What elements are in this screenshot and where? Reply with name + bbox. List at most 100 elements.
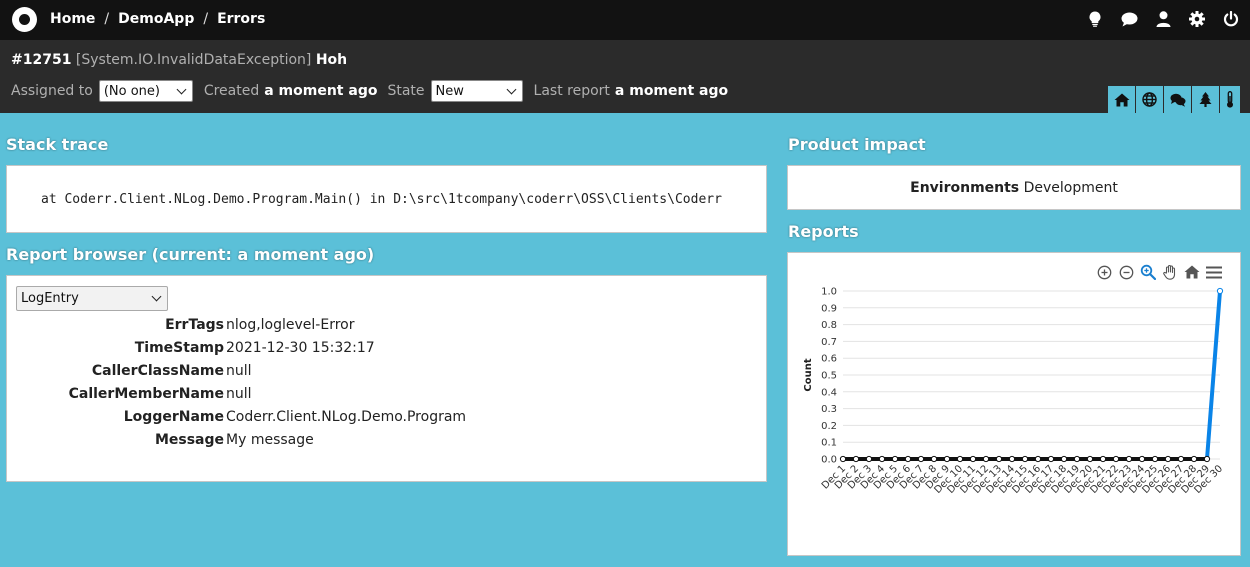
data-point[interactable] bbox=[1151, 455, 1159, 463]
breadcrumb-app[interactable]: DemoApp bbox=[118, 11, 194, 27]
data-point[interactable] bbox=[1177, 455, 1185, 463]
incident-header: #12751 [System.IO.InvalidDataException] … bbox=[0, 40, 1250, 113]
data-point[interactable] bbox=[1008, 455, 1016, 463]
product-impact-panel: Environments Development bbox=[787, 165, 1241, 210]
chevron-down-icon bbox=[506, 84, 516, 94]
incident-title-line: #12751 [System.IO.InvalidDataException] … bbox=[11, 52, 347, 68]
state-label: State bbox=[387, 83, 425, 99]
breadcrumb: Home / DemoApp / Errors bbox=[50, 11, 265, 27]
data-point[interactable] bbox=[917, 455, 925, 463]
data-point[interactable] bbox=[943, 455, 951, 463]
y-tick-label: 0.7 bbox=[821, 337, 837, 348]
state-value: New bbox=[435, 83, 464, 99]
property-key: ErrTags bbox=[165, 317, 224, 333]
globe-icon[interactable] bbox=[1136, 86, 1164, 113]
chat-icon[interactable] bbox=[1112, 8, 1146, 30]
breadcrumb-separator: / bbox=[203, 11, 209, 27]
data-point[interactable] bbox=[1060, 455, 1068, 463]
coderr-logo[interactable] bbox=[12, 7, 37, 32]
data-point[interactable] bbox=[1086, 455, 1094, 463]
assigned-to-label: Assigned to bbox=[11, 83, 93, 99]
home-icon[interactable] bbox=[1108, 86, 1136, 113]
reports-title: Reports bbox=[788, 222, 859, 241]
data-point[interactable] bbox=[930, 455, 938, 463]
data-point[interactable] bbox=[1021, 455, 1029, 463]
thermometer-icon[interactable] bbox=[1220, 86, 1240, 113]
created-label: Created bbox=[203, 83, 260, 99]
data-point[interactable] bbox=[1125, 455, 1133, 463]
data-point[interactable] bbox=[982, 455, 990, 463]
power-icon[interactable] bbox=[1214, 8, 1248, 30]
data-point[interactable] bbox=[1138, 455, 1146, 463]
data-point[interactable] bbox=[956, 455, 964, 463]
comments-icon[interactable] bbox=[1164, 86, 1192, 113]
chevron-down-icon bbox=[176, 84, 187, 94]
y-tick-label: 0.8 bbox=[821, 320, 837, 331]
y-tick-label: 0.3 bbox=[821, 404, 837, 415]
y-tick-label: 0.2 bbox=[821, 421, 837, 432]
created-value: a moment ago bbox=[264, 83, 378, 99]
property-key: LoggerName bbox=[123, 409, 224, 425]
gear-icon[interactable] bbox=[1180, 8, 1214, 30]
environment-line: Environments Development bbox=[788, 180, 1240, 196]
user-icon[interactable] bbox=[1146, 8, 1180, 30]
data-point[interactable] bbox=[1164, 455, 1172, 463]
property-value: nlog,loglevel-Error bbox=[226, 317, 355, 333]
top-navbar: Home / DemoApp / Errors bbox=[0, 0, 1250, 40]
property-value: My message bbox=[226, 432, 314, 448]
assigned-to-select[interactable]: (No one) bbox=[98, 80, 193, 102]
assigned-to-value: (No one) bbox=[103, 83, 160, 99]
incident-meta: Assigned to (No one) Created a moment ag… bbox=[11, 80, 728, 102]
report-browser-panel: LogEntry ErrTags nlog,loglevel-Error Tim… bbox=[6, 275, 767, 482]
y-axis-label: Count bbox=[803, 358, 814, 391]
exception-type: [System.IO.InvalidDataException] bbox=[75, 52, 312, 68]
state-select[interactable]: New bbox=[430, 80, 523, 102]
data-point[interactable] bbox=[878, 455, 886, 463]
data-point[interactable] bbox=[1112, 455, 1120, 463]
breadcrumb-separator: / bbox=[104, 11, 110, 27]
data-point[interactable] bbox=[1047, 455, 1055, 463]
data-point[interactable] bbox=[995, 455, 1003, 463]
incident-title: Hoh bbox=[315, 52, 348, 68]
data-point[interactable] bbox=[1073, 455, 1081, 463]
y-tick-label: 0.9 bbox=[821, 303, 837, 314]
reports-panel: 0.0 0.1 0.2 0.3 0.4 0.5 0.6 0.7 0.8 0.9 1.0 Dec 1D… bbox=[787, 252, 1241, 556]
chevron-down-icon bbox=[151, 291, 162, 302]
breadcrumb-errors[interactable]: Errors bbox=[217, 11, 265, 27]
data-point[interactable] bbox=[1190, 455, 1198, 463]
stack-trace-title: Stack trace bbox=[6, 135, 109, 154]
data-point[interactable] bbox=[865, 455, 873, 463]
product-impact-title: Product impact bbox=[788, 135, 926, 154]
report-section-select[interactable]: LogEntry bbox=[16, 286, 168, 311]
data-point[interactable] bbox=[1099, 455, 1107, 463]
environments-value: Development bbox=[1023, 180, 1118, 196]
y-tick-label: 0.4 bbox=[821, 387, 837, 398]
report-section-value: LogEntry bbox=[21, 291, 79, 306]
data-point[interactable] bbox=[852, 455, 860, 463]
property-value: null bbox=[226, 386, 252, 402]
tree-icon[interactable] bbox=[1192, 86, 1220, 113]
data-point[interactable] bbox=[1034, 455, 1042, 463]
breadcrumb-home[interactable]: Home bbox=[50, 11, 95, 27]
data-point[interactable] bbox=[1216, 287, 1224, 295]
y-tick-label: 0.0 bbox=[821, 455, 837, 466]
incident-id: #12751 bbox=[11, 52, 72, 68]
property-value: 2021-12-30 15:32:17 bbox=[226, 340, 375, 356]
property-key: TimeStamp bbox=[134, 340, 224, 356]
property-key: CallerMemberName bbox=[68, 386, 224, 402]
environments-label: Environments bbox=[910, 180, 1020, 196]
data-point[interactable] bbox=[969, 455, 977, 463]
data-point[interactable] bbox=[1203, 455, 1211, 463]
last-report-label: Last report bbox=[533, 83, 610, 99]
data-point[interactable] bbox=[839, 455, 847, 463]
y-tick-label: 0.1 bbox=[821, 438, 837, 449]
lightbulb-icon[interactable] bbox=[1078, 8, 1112, 30]
view-tabs bbox=[1108, 86, 1240, 113]
y-tick-label: 0.6 bbox=[821, 354, 837, 365]
y-tick-label: 0.5 bbox=[821, 371, 837, 382]
data-point[interactable] bbox=[891, 455, 899, 463]
stack-trace-panel: at Coderr.Client.NLog.Demo.Program.Main(… bbox=[6, 165, 767, 233]
report-browser-title: Report browser (current: a moment ago) bbox=[6, 245, 375, 264]
data-point[interactable] bbox=[904, 455, 912, 463]
property-key: CallerClassName bbox=[91, 363, 224, 379]
